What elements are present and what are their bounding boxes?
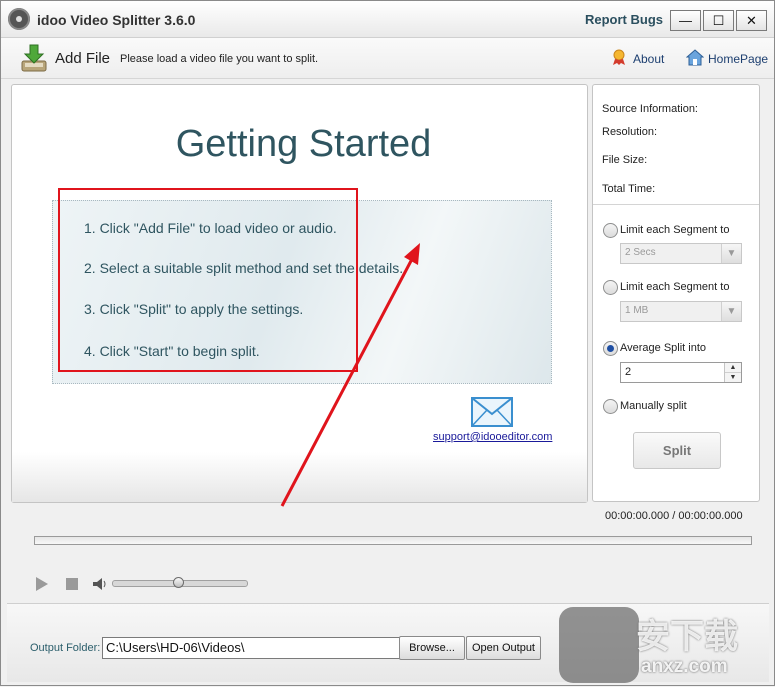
add-file-icon[interactable] xyxy=(20,43,48,73)
title-bar: idoo Video Splitter 3.6.0 Report Bugs — … xyxy=(1,1,774,38)
maximize-button[interactable]: ☐ xyxy=(703,10,734,31)
file-size-label: File Size: xyxy=(602,154,648,166)
divider xyxy=(593,204,759,205)
segment-size-select[interactable]: 1 MB ▼ xyxy=(620,301,742,322)
manual-split-label[interactable]: Manually split xyxy=(620,400,687,412)
open-output-button[interactable]: Open Output xyxy=(466,636,541,660)
chevron-down-icon[interactable]: ▼ xyxy=(721,302,741,321)
watermark-text: 安下载 xyxy=(636,618,738,656)
getting-started-heading: Getting Started xyxy=(175,123,432,165)
report-bugs-link[interactable]: Report Bugs xyxy=(585,12,663,27)
close-button[interactable]: ✕ xyxy=(736,10,767,31)
play-icon[interactable] xyxy=(35,576,49,592)
mail-icon[interactable] xyxy=(471,397,513,427)
homepage-link[interactable]: HomePage xyxy=(708,52,768,66)
radio-limit-time[interactable] xyxy=(603,223,618,238)
stepper-down-icon[interactable]: ▼ xyxy=(725,373,741,382)
preview-panel: Getting Started 1. Click "Add File" to l… xyxy=(11,84,588,503)
radio-manual-split[interactable] xyxy=(603,399,618,414)
segment-size-value: 1 MB xyxy=(625,305,649,316)
stepper-buttons: ▲ ▼ xyxy=(724,363,741,382)
preview-footer xyxy=(12,452,587,502)
radio-limit-size[interactable] xyxy=(603,280,618,295)
total-time-label: Total Time: xyxy=(602,183,656,195)
source-info-label: Source Information: xyxy=(602,103,698,115)
radio-average-split[interactable] xyxy=(603,341,618,356)
minimize-button[interactable]: — xyxy=(670,10,701,31)
resolution-label: Resolution: xyxy=(602,126,658,138)
output-folder-input[interactable]: C:\Users\HD-06\Videos\ xyxy=(102,637,400,659)
stop-icon[interactable] xyxy=(66,578,78,590)
limit-time-label[interactable]: Limit each Segment to xyxy=(620,224,729,236)
volume-icon[interactable] xyxy=(92,577,108,591)
output-folder-label: Output Folder: xyxy=(30,642,101,654)
film-reel-icon xyxy=(8,8,30,30)
average-split-label[interactable]: Average Split into xyxy=(620,342,706,354)
average-split-value[interactable]: 2 xyxy=(625,366,631,378)
window-title: idoo Video Splitter 3.6.0 xyxy=(37,12,196,28)
about-link[interactable]: About xyxy=(633,52,664,66)
split-button[interactable]: Split xyxy=(633,432,721,469)
chevron-down-icon[interactable]: ▼ xyxy=(721,244,741,263)
average-split-stepper[interactable]: 2 ▲ ▼ xyxy=(620,362,742,383)
watermark-logo xyxy=(559,607,639,683)
browse-button[interactable]: Browse... xyxy=(399,636,465,660)
app-window: idoo Video Splitter 3.6.0 Report Bugs — … xyxy=(0,0,775,686)
load-hint-text: Please load a video file you want to spl… xyxy=(120,53,319,65)
about-award-icon[interactable] xyxy=(611,49,627,66)
watermark-url: anxz.com xyxy=(641,656,728,677)
segment-time-select[interactable]: 2 Secs ▼ xyxy=(620,243,742,264)
support-email-link[interactable]: support@idooeditor.com xyxy=(433,431,552,443)
settings-panel: Source Information: Resolution: File Siz… xyxy=(592,84,760,502)
seek-bar[interactable] xyxy=(34,536,752,545)
home-icon[interactable] xyxy=(686,49,704,66)
timecode-display: 00:00:00.000 / 00:00:00.000 xyxy=(605,510,743,522)
add-file-button[interactable]: Add File xyxy=(55,50,110,67)
limit-size-label[interactable]: Limit each Segment to xyxy=(620,281,729,293)
toolbar: Add File Please load a video file you wa… xyxy=(1,38,774,79)
stepper-up-icon[interactable]: ▲ xyxy=(725,363,741,373)
volume-slider-handle[interactable] xyxy=(173,577,184,588)
segment-time-value: 2 Secs xyxy=(625,247,656,258)
annotation-highlight-box xyxy=(58,188,358,372)
